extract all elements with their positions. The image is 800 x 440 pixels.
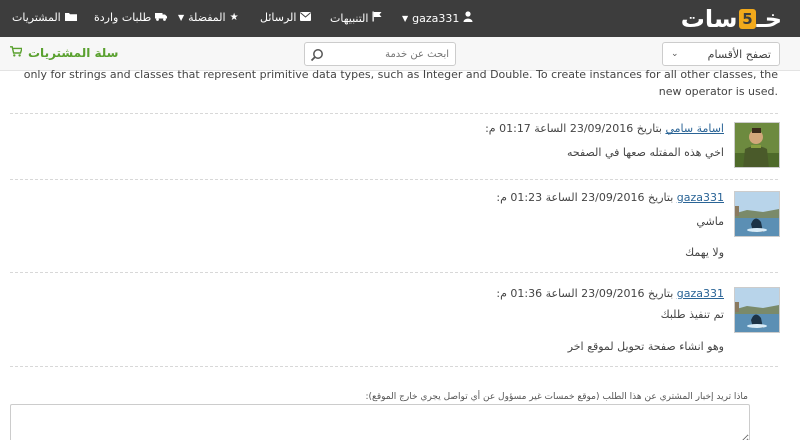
avatar[interactable] [734, 122, 780, 168]
user-icon [463, 11, 473, 25]
reply-textarea[interactable] [10, 404, 750, 440]
reply-instructions: ماذا تريد إخبار المشتري عن هذا الطلب (مو… [365, 392, 749, 402]
envelope-icon [300, 11, 312, 24]
comment-author-link[interactable]: gaza331 [677, 287, 724, 300]
browse-categories-select[interactable]: تصفح الأقسام ⌄ [662, 42, 780, 66]
truck-icon [155, 12, 168, 24]
comment-text: تم تنفيذ طلبك [660, 308, 724, 321]
comment-text: اخي هذه المفتله صعها في الصفحه [566, 146, 724, 159]
divider [10, 272, 778, 273]
divider [10, 179, 778, 180]
cart-icon [10, 46, 23, 60]
comment-item: اسامة سامي بتاريخ 23/09/2016 الساعة 01:1… [40, 122, 780, 170]
comment-meta: gaza331 بتاريخ 23/09/2016 الساعة 01:23 م… [496, 191, 724, 204]
cart-link[interactable]: سلة المشتريات [10, 46, 118, 60]
messages-link[interactable]: الرسائل [260, 11, 312, 24]
folder-icon [64, 12, 77, 24]
comment-author-link[interactable]: اسامة سامي [665, 122, 724, 135]
khamsat-logo[interactable]: خـ 5 سات [681, 5, 783, 33]
user-menu[interactable]: ▼ gaza331 [402, 11, 473, 25]
chevron-down-icon: ▼ [178, 13, 185, 22]
comment-text: ولا يهمك [685, 246, 724, 259]
comment-item: gaza331 بتاريخ 23/09/2016 الساعة 01:36 م… [40, 287, 780, 353]
divider [10, 366, 778, 367]
incoming-requests-link[interactable]: طلبات واردة [94, 11, 168, 24]
chevron-down-icon: ▼ [402, 13, 409, 23]
search-icon[interactable] [310, 47, 324, 66]
comment-author-link[interactable]: gaza331 [677, 191, 724, 204]
purchases-link[interactable]: المشتريات [12, 11, 77, 24]
search-box [304, 42, 456, 66]
favorites-menu[interactable]: ▼ المفضلة ★ [178, 11, 239, 24]
avatar[interactable] [734, 191, 780, 237]
comment-item: gaza331 بتاريخ 23/09/2016 الساعة 01:23 م… [40, 191, 780, 263]
star-icon: ★ [229, 12, 239, 23]
notifications-link[interactable]: التنبيهات [330, 11, 382, 25]
avatar[interactable] [734, 287, 780, 333]
comment-meta: gaza331 بتاريخ 23/09/2016 الساعة 01:36 م… [496, 287, 724, 300]
chevron-down-icon: ⌄ [671, 49, 679, 59]
divider [10, 113, 778, 114]
flag-icon [372, 11, 382, 25]
request-description: is available only for strings and classe… [22, 68, 778, 98]
comment-text: وهو انشاء صفحة تحويل لموقع اخر [567, 340, 724, 353]
search-input[interactable] [329, 48, 449, 60]
comment-meta: اسامة سامي بتاريخ 23/09/2016 الساعة 01:1… [485, 122, 724, 135]
comment-text: ماشي [696, 215, 724, 228]
